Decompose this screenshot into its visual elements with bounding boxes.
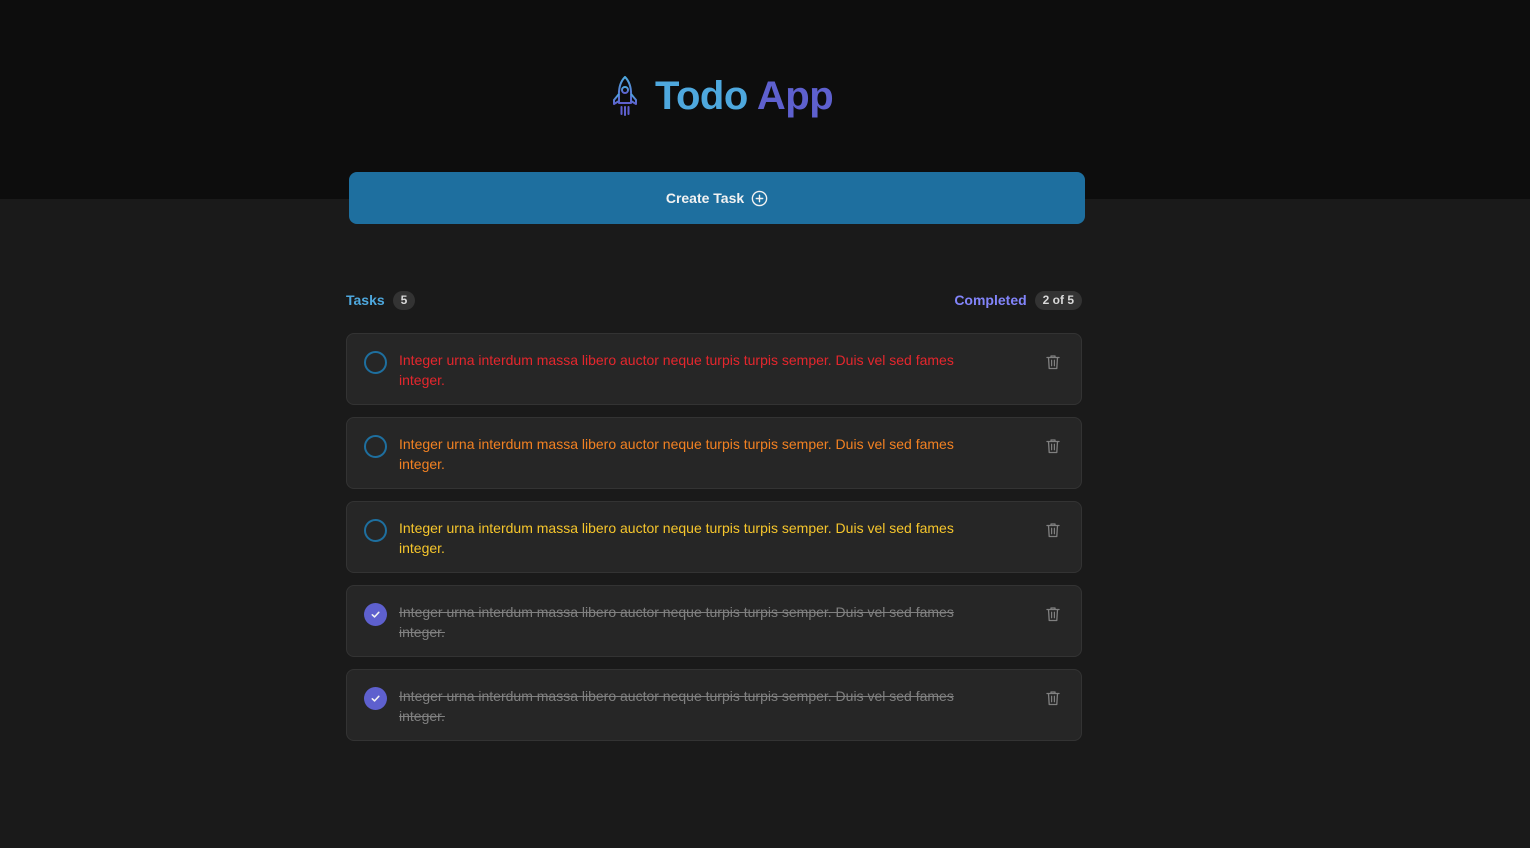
task-checkbox[interactable] (364, 351, 387, 374)
app-header: Todo App (0, 0, 1530, 199)
task-checkbox[interactable] (364, 603, 387, 626)
trash-icon[interactable] (1043, 352, 1063, 372)
tasks-counter: Tasks 5 (346, 290, 416, 310)
app-title-part2: App (756, 73, 834, 118)
task-item: Integer urna interdum massa libero aucto… (346, 669, 1082, 741)
plus-circle-icon (751, 190, 768, 206)
task-item: Integer urna interdum massa libero aucto… (346, 417, 1082, 489)
app-title-part1: Todo (655, 73, 748, 118)
trash-icon[interactable] (1043, 436, 1063, 456)
task-text: Integer urna interdum massa libero aucto… (399, 520, 954, 556)
check-icon (371, 695, 380, 702)
completed-label: Completed (954, 292, 1027, 308)
task-item: Integer urna interdum massa libero aucto… (346, 585, 1082, 657)
app-title: Todo App (655, 73, 834, 119)
completed-count-badge: 2 of 5 (1034, 290, 1082, 310)
create-task-button[interactable]: Create Task (349, 172, 1085, 224)
task-summary: Tasks 5 Completed 2 of 5 (346, 289, 1082, 311)
task-text: Integer urna interdum massa libero aucto… (399, 688, 954, 724)
trash-icon[interactable] (1043, 604, 1063, 624)
check-icon (371, 611, 380, 618)
trash-icon[interactable] (1043, 688, 1063, 708)
task-checkbox[interactable] (364, 435, 387, 458)
task-checkbox[interactable] (364, 687, 387, 710)
task-text: Integer urna interdum massa libero aucto… (399, 604, 954, 640)
rocket-icon (613, 76, 637, 116)
task-item: Integer urna interdum massa libero aucto… (346, 501, 1082, 573)
task-list: Integer urna interdum massa libero aucto… (346, 333, 1082, 753)
create-task-label: Create Task (665, 190, 745, 206)
tasks-label: Tasks (346, 292, 385, 308)
task-text: Integer urna interdum massa libero aucto… (399, 436, 954, 472)
task-item: Integer urna interdum massa libero aucto… (346, 333, 1082, 405)
completed-counter: Completed 2 of 5 (954, 290, 1082, 310)
task-text: Integer urna interdum massa libero aucto… (399, 352, 954, 388)
tasks-count-badge: 5 (392, 290, 416, 310)
task-checkbox[interactable] (364, 519, 387, 542)
app-logo: Todo App (612, 72, 834, 120)
trash-icon[interactable] (1043, 520, 1063, 540)
